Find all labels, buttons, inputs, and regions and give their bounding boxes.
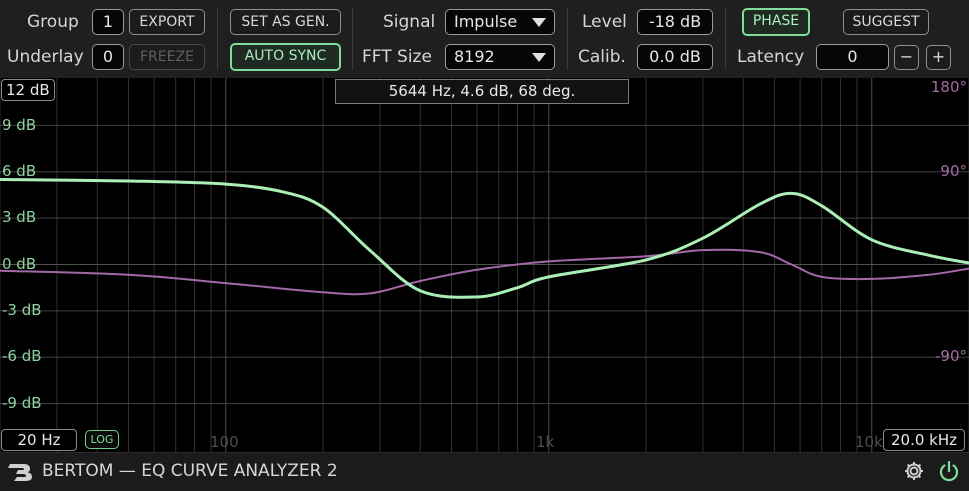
plot-grid	[0, 78, 969, 452]
level-field[interactable]: -18 dB	[637, 9, 713, 35]
signal-select[interactable]: Impulse	[445, 9, 555, 35]
signal-label: Signal	[383, 12, 436, 32]
analyzer-plot[interactable]: 12 dB 9 dB 6 dB 3 dB 0 dB -3 dB -6 dB -9…	[0, 78, 969, 452]
toolbar-divider	[352, 8, 353, 70]
fft-size-label: FFT Size	[362, 47, 432, 67]
underlay-label: Underlay	[7, 47, 84, 67]
cursor-readout: 5644 Hz, 4.6 dB, 68 deg.	[335, 79, 629, 104]
group-field[interactable]: 1	[92, 9, 124, 35]
auto-sync-button[interactable]: AUTO SYNC	[230, 43, 341, 71]
fft-size-select[interactable]: 8192	[445, 44, 555, 70]
power-icon[interactable]	[938, 460, 960, 482]
chevron-down-icon	[532, 53, 546, 62]
bertom-logo-icon	[8, 464, 32, 481]
toolbar: Group 1 EXPORT Underlay 0 FREEZE SET AS …	[0, 0, 969, 78]
db-axis-label: -9 dB	[2, 394, 42, 412]
signal-value: Impulse	[454, 12, 518, 31]
plugin-window: Group 1 EXPORT Underlay 0 FREEZE SET AS …	[0, 0, 969, 491]
db-axis-label: 6 dB	[2, 162, 37, 180]
freq-axis-label: 10k	[855, 433, 883, 451]
eq-curve-graph[interactable]	[0, 78, 969, 452]
group-label: Group	[27, 12, 79, 32]
export-button[interactable]: EXPORT	[129, 9, 205, 35]
calib-field[interactable]: 0.0 dB	[637, 44, 713, 70]
db-axis-label: 0 dB	[2, 255, 37, 273]
freq-max-field[interactable]: 20.0 kHz	[883, 429, 965, 451]
log-scale-toggle[interactable]: LOG	[85, 430, 119, 449]
toolbar-divider	[217, 8, 218, 70]
latency-plus-button[interactable]: +	[926, 45, 951, 70]
gear-icon[interactable]	[903, 460, 925, 482]
latency-field[interactable]: 0	[816, 44, 889, 70]
calib-label: Calib.	[578, 47, 626, 67]
fft-size-value: 8192	[454, 47, 495, 66]
footer-bar: BERTOM — EQ CURVE ANALYZER 2	[0, 452, 969, 491]
brand-title: BERTOM — EQ CURVE ANALYZER 2	[42, 461, 338, 481]
set-as-gen-button[interactable]: SET AS GEN.	[230, 9, 341, 35]
toolbar-divider	[725, 8, 726, 70]
freq-min-field[interactable]: 20 Hz	[1, 429, 77, 451]
db-axis-label: -3 dB	[2, 301, 42, 319]
phase-curve	[0, 248, 969, 296]
latency-minus-button[interactable]: −	[894, 45, 919, 70]
chevron-down-icon	[532, 18, 546, 27]
phase-axis-label: 180°	[930, 78, 967, 96]
db-axis-label: -6 dB	[2, 347, 42, 365]
suggest-button[interactable]: SUGGEST	[843, 9, 929, 35]
freq-axis-label: 1k	[536, 433, 555, 451]
db-axis-label: 9 dB	[2, 116, 37, 134]
phase-axis-label: -90°	[935, 347, 967, 365]
latency-label: Latency	[737, 47, 805, 67]
underlay-field[interactable]: 0	[92, 44, 124, 70]
phase-button[interactable]: PHASE	[742, 8, 810, 36]
freeze-button[interactable]: FREEZE	[129, 44, 205, 70]
toolbar-divider	[567, 8, 568, 70]
db-axis-label: 3 dB	[2, 208, 37, 226]
db-range-top-field[interactable]: 12 dB	[1, 79, 55, 101]
level-label: Level	[582, 12, 627, 32]
freq-axis-label: 100	[210, 433, 239, 451]
phase-axis-label: 90°	[940, 162, 967, 180]
magnitude-curve	[0, 178, 969, 299]
